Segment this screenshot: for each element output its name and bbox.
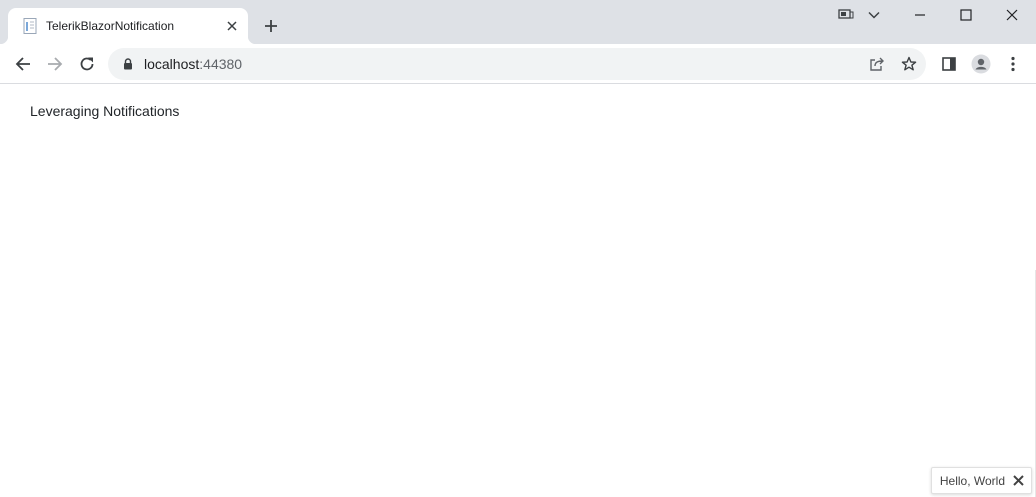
notification-close-icon[interactable] bbox=[1011, 474, 1025, 488]
url-host: localhost bbox=[144, 56, 200, 72]
tab-title: TelerikBlazorNotification bbox=[46, 19, 175, 33]
avatar-icon bbox=[971, 54, 991, 74]
address-bar[interactable]: localhost:44380 bbox=[108, 48, 926, 80]
url-text[interactable]: localhost:44380 bbox=[144, 56, 242, 72]
arrow-right-icon bbox=[48, 57, 63, 71]
tab-strip: TelerikBlazorNotification bbox=[0, 0, 1036, 44]
browser-tab[interactable]: TelerikBlazorNotification bbox=[0, 8, 256, 44]
side-panel-icon bbox=[942, 57, 956, 71]
reload-icon bbox=[80, 57, 94, 71]
share-button[interactable] bbox=[865, 52, 889, 76]
menu-button[interactable] bbox=[998, 49, 1028, 79]
maximize-button[interactable] bbox=[943, 0, 989, 30]
minimize-icon bbox=[915, 14, 925, 16]
tab-close-icon[interactable] bbox=[222, 16, 242, 36]
profile-button[interactable] bbox=[966, 49, 996, 79]
side-panel-button[interactable] bbox=[934, 49, 964, 79]
maximize-icon bbox=[960, 9, 972, 21]
star-icon bbox=[901, 56, 917, 71]
notification-toast: Hello, World bbox=[930, 467, 1032, 494]
close-window-button[interactable] bbox=[989, 0, 1035, 30]
page-heading: Leveraging Notifications bbox=[30, 103, 180, 119]
plus-icon bbox=[265, 20, 277, 32]
bookmark-button[interactable] bbox=[897, 52, 921, 76]
chevron-down-icon bbox=[868, 11, 880, 19]
reload-button[interactable] bbox=[72, 49, 102, 79]
back-button[interactable] bbox=[8, 49, 38, 79]
browser-toolbar: localhost:44380 bbox=[0, 44, 1036, 84]
minimize-button[interactable] bbox=[897, 0, 943, 30]
document-icon bbox=[22, 18, 38, 34]
arrow-left-icon bbox=[15, 57, 30, 71]
new-tab-button[interactable] bbox=[259, 14, 283, 38]
tab-list-button[interactable] bbox=[851, 0, 897, 30]
kebab-menu-icon bbox=[1011, 56, 1015, 72]
page-content: Leveraging Notifications Hello, World bbox=[0, 85, 1036, 497]
close-icon bbox=[1006, 9, 1018, 21]
url-port: :44380 bbox=[199, 56, 243, 72]
share-icon bbox=[870, 57, 884, 71]
notification-text: Hello, World bbox=[939, 473, 1005, 488]
lock-icon[interactable] bbox=[120, 56, 136, 72]
forward-button[interactable] bbox=[40, 49, 70, 79]
